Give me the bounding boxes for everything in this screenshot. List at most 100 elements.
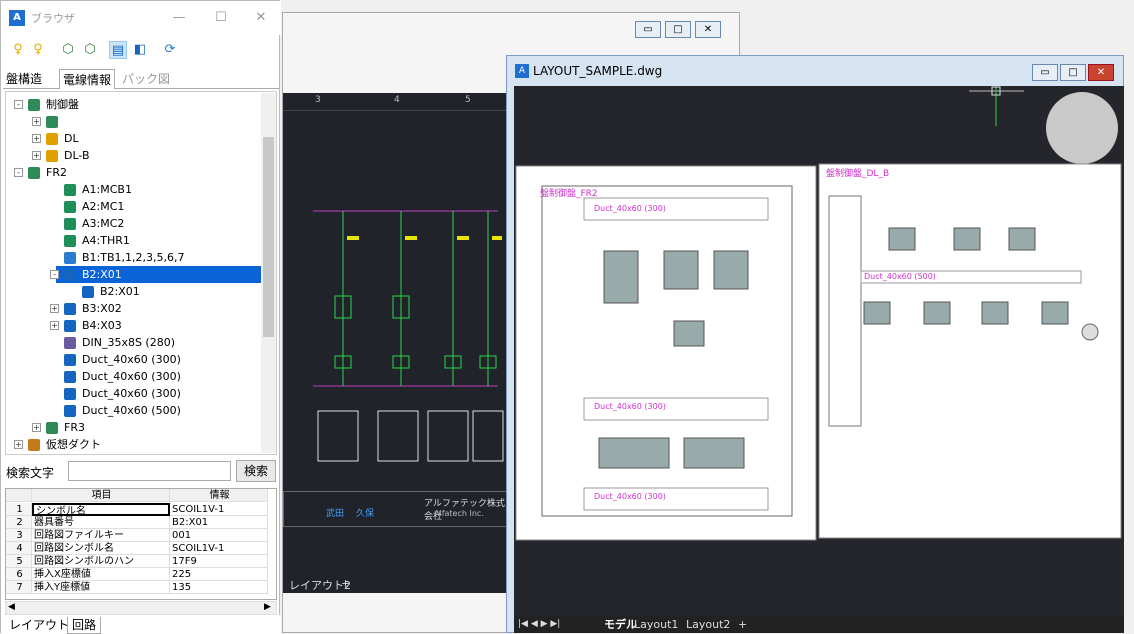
- scroll-right-icon[interactable]: ▶: [264, 602, 271, 612]
- bulb-on-icon[interactable]: ♀: [9, 41, 27, 59]
- tree-scrollbar[interactable]: [261, 93, 276, 453]
- tab-model[interactable]: モデル: [604, 617, 637, 632]
- expand-toggle-icon[interactable]: +: [50, 321, 59, 330]
- grid-cell[interactable]: 17F9: [170, 555, 268, 568]
- minimize-button[interactable]: ▭: [635, 21, 661, 38]
- add-tab-button[interactable]: +: [738, 617, 747, 632]
- tree-item[interactable]: - B2:X01: [50, 266, 261, 283]
- layout-canvas[interactable]: 盤制御盤_FR2 盤制御盤_DL_B Duct_40x60 (300) Duct…: [514, 86, 1124, 616]
- minimize-button[interactable]: —: [169, 9, 189, 27]
- tab-wire-info[interactable]: 電線情報: [59, 69, 116, 89]
- nav-first-icon[interactable]: |◀ ◀ ▶ ▶|: [518, 617, 560, 632]
- tree-item[interactable]: + DL: [32, 130, 79, 147]
- minimize-button[interactable]: ▭: [1032, 64, 1058, 81]
- browser-toolbar: ♀ ♀ ⬡ ⬡ ▤ ◧ ⟳: [1, 37, 281, 63]
- tree-item[interactable]: Duct_40x60 (300): [50, 368, 181, 385]
- tree-item[interactable]: DIN_35x8S (280): [50, 334, 175, 351]
- expand-toggle-icon[interactable]: -: [14, 100, 23, 109]
- grid-cell[interactable]: 挿入X座標値: [32, 568, 170, 581]
- schematic-drawing: [313, 210, 504, 462]
- property-grid[interactable]: 項目 情報 1 シンボル名 SCOIL1V-1 2 器具番号 B2:X01 3 回路図ファイルキー…: [5, 488, 277, 600]
- tree-item[interactable]: Duct_40x60 (500): [50, 402, 181, 419]
- tab-layout[interactable]: レイアウト: [5, 617, 73, 633]
- tree-item-label: FR3: [64, 421, 85, 434]
- grid-cell[interactable]: シンボル名: [32, 503, 170, 516]
- close-button[interactable]: ✕: [251, 9, 271, 27]
- grid-header: [6, 489, 32, 502]
- expand-toggle-icon[interactable]: +: [32, 134, 41, 143]
- close-button[interactable]: ✕: [1088, 64, 1114, 81]
- grid-cell[interactable]: 001: [170, 529, 268, 542]
- grid-cell[interactable]: 回路図ファイルキー: [32, 529, 170, 542]
- tree-item[interactable]: A1:MCB1: [50, 181, 132, 198]
- tree-item[interactable]: A3:MC2: [50, 215, 124, 232]
- grid-cell[interactable]: 回路図シンボルのハン: [32, 555, 170, 568]
- tree-item[interactable]: B1:TB1,1,2,3,5,6,7: [50, 249, 185, 266]
- maximize-button[interactable]: □: [1060, 64, 1086, 81]
- grid-cell[interactable]: 135: [170, 581, 268, 594]
- maximize-button[interactable]: □: [665, 21, 691, 38]
- tree-item[interactable]: A2:MC1: [50, 198, 124, 215]
- duct-icon: [64, 388, 76, 400]
- grid-hscroll[interactable]: ◀ ▶: [5, 601, 277, 615]
- part-alt-icon[interactable]: ⬡: [81, 41, 99, 59]
- expand-toggle-icon[interactable]: +: [50, 304, 59, 313]
- layout-view-icon[interactable]: ◧: [131, 41, 149, 59]
- tree-item[interactable]: + B3:X02: [50, 300, 122, 317]
- app-icon: A: [9, 10, 25, 26]
- grid-cell[interactable]: B2:X01: [170, 516, 268, 529]
- tree-item[interactable]: + B4:X03: [50, 317, 122, 334]
- part-icon[interactable]: ⬡: [59, 41, 77, 59]
- grid-cell[interactable]: 回路図シンボル名: [32, 542, 170, 555]
- tree-item-label: DL-B: [64, 149, 90, 162]
- tree-item[interactable]: A4:THR1: [50, 232, 130, 249]
- scroll-thumb[interactable]: [263, 137, 274, 337]
- grid-cell[interactable]: 225: [170, 568, 268, 581]
- grid-cell[interactable]: SCOIL1V-1: [170, 503, 268, 516]
- relay-icon: [64, 320, 76, 332]
- refresh-icon[interactable]: ⟳: [161, 41, 179, 59]
- tab-panel-structure[interactable]: 盤構造: [3, 69, 45, 89]
- schematic-canvas[interactable]: 3 4 5 武田 久保 アルファテック株式会社 Alfatech Inc. レイ…: [283, 93, 507, 593]
- tree-item[interactable]: Duct_40x60 (300): [50, 385, 181, 402]
- tree-item[interactable]: - FR2: [14, 164, 67, 181]
- duct-label: Duct_40x60 (300): [594, 402, 666, 411]
- grid-cell[interactable]: 挿入Y座標値: [32, 581, 170, 594]
- tree-item-label: FR2: [46, 166, 67, 179]
- expand-toggle-icon[interactable]: -: [50, 270, 59, 279]
- expand-toggle-icon[interactable]: -: [14, 168, 23, 177]
- tab-back-view[interactable]: パック図: [119, 69, 173, 89]
- bulb-off-icon[interactable]: ♀: [29, 41, 47, 59]
- grid-cell: 7: [6, 581, 32, 594]
- tree-item[interactable]: B2:X01: [68, 283, 140, 300]
- expand-toggle-icon[interactable]: +: [32, 151, 41, 160]
- tree-item-label: Duct_40x60 (300): [82, 370, 181, 383]
- grid-cell[interactable]: SCOIL1V-1: [170, 542, 268, 555]
- search-button[interactable]: 検索: [236, 460, 276, 482]
- tab-layout2[interactable]: Layout2: [686, 617, 730, 632]
- close-button[interactable]: ✕: [695, 21, 721, 38]
- expand-toggle-icon[interactable]: +: [32, 117, 41, 126]
- scroll-left-icon[interactable]: ◀: [8, 602, 15, 612]
- grid-header: 情報: [170, 489, 268, 502]
- grid-cell[interactable]: 器具番号: [32, 516, 170, 529]
- tree-item[interactable]: +: [32, 113, 64, 130]
- terminal-icon: [64, 252, 76, 264]
- tree-item-label: B4:X03: [82, 319, 122, 332]
- tree-item[interactable]: - 制御盤: [14, 96, 79, 113]
- maximize-button[interactable]: ☐: [211, 9, 231, 27]
- expand-toggle-icon[interactable]: +: [14, 440, 23, 449]
- tree-item-label: B2:X01: [100, 285, 140, 298]
- add-tab-button[interactable]: +: [341, 577, 350, 590]
- list-view-icon[interactable]: ▤: [109, 41, 127, 59]
- expand-toggle-icon[interactable]: +: [32, 423, 41, 432]
- tree-item[interactable]: + 仮想ダクト: [14, 436, 101, 453]
- tab-layout1[interactable]: Layout1: [634, 617, 678, 632]
- tree-item[interactable]: + FR3: [32, 419, 85, 436]
- tree-item[interactable]: + DL-B: [32, 147, 90, 164]
- structure-tree[interactable]: - 制御盤 + + DL + DL-B - FR2 A1:MCB1 A2:MC1 A3:MC2 A4:T…: [5, 91, 277, 455]
- search-input[interactable]: [68, 461, 231, 481]
- tree-item-label: Duct_40x60 (500): [82, 404, 181, 417]
- tree-item[interactable]: Duct_40x60 (300): [50, 351, 181, 368]
- tab-circuit[interactable]: 回路: [67, 617, 102, 634]
